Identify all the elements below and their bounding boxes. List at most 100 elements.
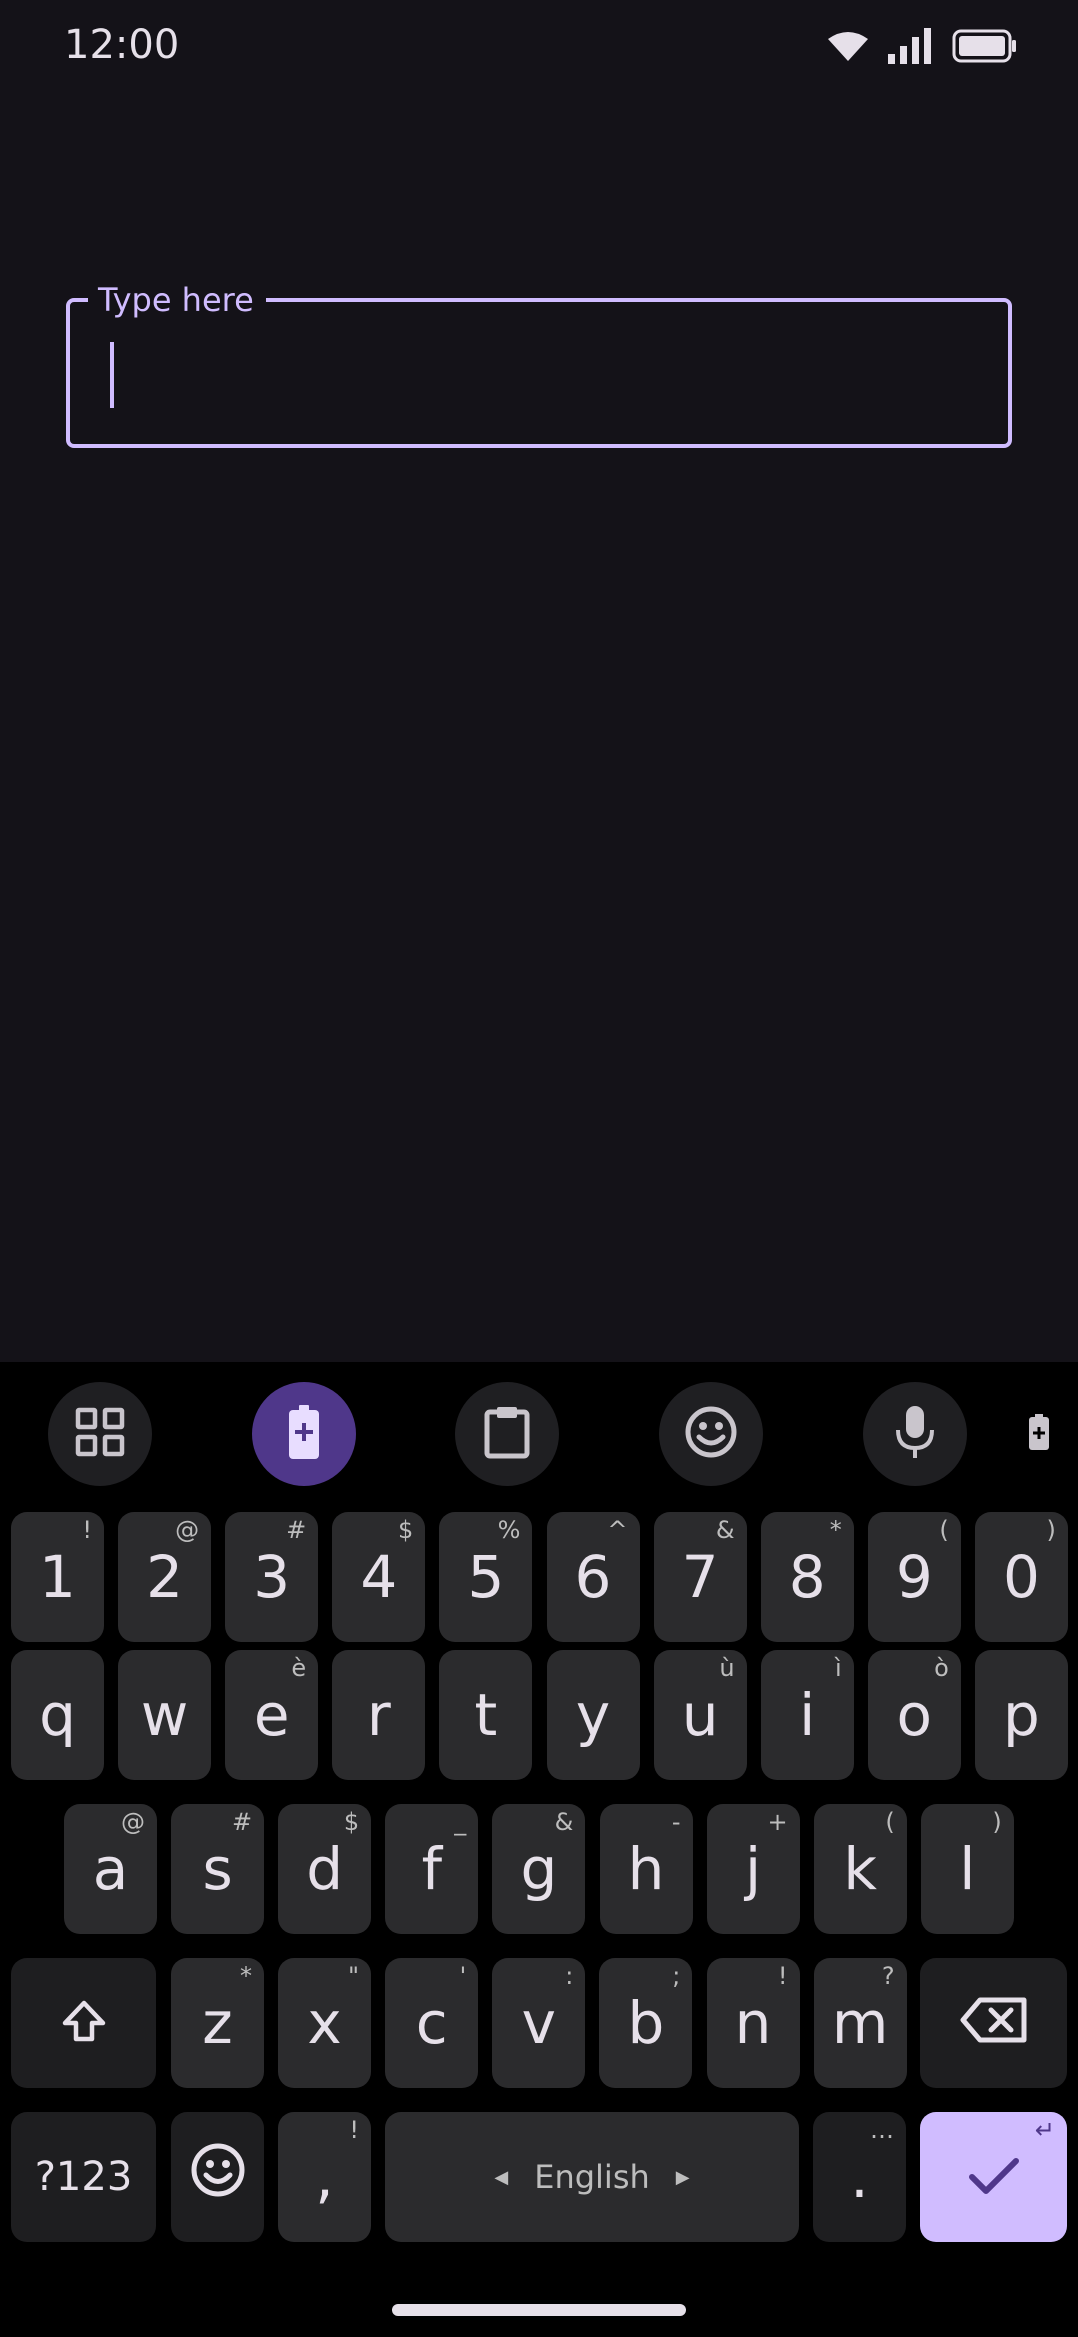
key-5[interactable]: % 5 [439, 1512, 533, 1642]
key-j[interactable]: + j [706, 1804, 800, 1934]
status-bar: 12:00 [0, 0, 1078, 96]
key-f[interactable]: _ f [385, 1804, 479, 1934]
emoji-key[interactable] [171, 2112, 264, 2242]
key-r[interactable]: r [332, 1650, 426, 1780]
language-left-arrow-icon: ◀ [494, 2166, 509, 2188]
key-label: p [1002, 1681, 1040, 1749]
key-s[interactable]: # s [171, 1804, 265, 1934]
key-u[interactable]: ùu [653, 1650, 747, 1780]
key-a[interactable]: @ a [64, 1804, 157, 1934]
symbols-key-label: ?123 [34, 2154, 133, 2200]
comma-key-label: , [315, 2143, 334, 2211]
checkmark-icon [968, 2143, 1020, 2211]
key-d[interactable]: $ d [278, 1804, 372, 1934]
key-label: d [306, 1835, 344, 1903]
key-label: j [745, 1835, 762, 1903]
apps-grid-icon [75, 1407, 125, 1461]
period-key[interactable]: … . [813, 2112, 906, 2242]
shift-key[interactable] [11, 1958, 156, 2088]
emoji-icon [684, 1405, 738, 1463]
battery-saver-button[interactable] [252, 1382, 356, 1486]
wifi-icon [828, 31, 868, 65]
key-v[interactable]: :v [492, 1958, 586, 2088]
key-c[interactable]: ' c [385, 1958, 479, 2088]
key-o[interactable]: òo [867, 1650, 961, 1780]
key-label: k [843, 1835, 877, 1903]
signal-icon [888, 28, 932, 68]
key-0[interactable]: ) 0 [974, 1512, 1068, 1642]
battery-status-button[interactable] [1024, 1414, 1054, 1454]
key-label: z [202, 1989, 233, 2057]
key-label: y [575, 1681, 611, 1749]
key-label: 3 [253, 1543, 291, 1611]
key-label: c [415, 1989, 448, 2057]
key-label: a [92, 1835, 129, 1903]
backspace-key[interactable] [920, 1958, 1067, 2088]
key-label: h [627, 1835, 665, 1903]
space-key-language: English [534, 2158, 650, 2196]
key-7[interactable]: & 7 [653, 1512, 747, 1642]
space-key[interactable]: ◀ English ▶ [385, 2112, 799, 2242]
key-label: m [831, 1989, 889, 2057]
key-label: 0 [1002, 1543, 1040, 1611]
key-i[interactable]: ìi [760, 1650, 854, 1780]
key-n[interactable]: ! n [706, 1958, 800, 2088]
key-b[interactable]: ; b [599, 1958, 693, 2088]
clipboard-button[interactable] [455, 1382, 559, 1486]
key-w[interactable]: w [118, 1650, 212, 1780]
key-label: s [202, 1835, 233, 1903]
key-l[interactable]: ) l [920, 1804, 1014, 1934]
enter-key[interactable]: ↵ [920, 2112, 1067, 2242]
microphone-button[interactable] [863, 1382, 967, 1486]
key-p[interactable]: p [974, 1650, 1068, 1780]
text-field[interactable]: Type here [66, 280, 1012, 448]
status-time: 12:00 [64, 22, 180, 68]
key-label: 9 [895, 1543, 933, 1611]
keyboard: ! 1 @2 #3 $4% 5 ^ 6 & 7 * 8(9) 0 qwèer t yùuìiòop @ a # s… [0, 1362, 1078, 2337]
key-label: v [521, 1989, 556, 2057]
key-6[interactable]: ^ 6 [546, 1512, 640, 1642]
key-h[interactable]: -h [599, 1804, 693, 1934]
microphone-icon [895, 1404, 935, 1464]
key-x[interactable]: " x [278, 1958, 372, 2088]
text-field-label: Type here [88, 280, 266, 320]
key-label: 7 [681, 1543, 719, 1611]
key-3[interactable]: #3 [225, 1512, 319, 1642]
backspace-icon [960, 1989, 1028, 2057]
battery-icon [952, 29, 1018, 67]
emoji-button[interactable] [659, 1382, 763, 1486]
shift-icon [61, 1989, 107, 2057]
emoji-key-icon [190, 2142, 246, 2212]
text-cursor [110, 342, 114, 408]
key-9[interactable]: (9 [867, 1512, 961, 1642]
key-m[interactable]: ? m [813, 1958, 907, 2088]
key-t[interactable]: t [439, 1650, 533, 1780]
key-label: l [959, 1835, 976, 1903]
key-y[interactable]: y [546, 1650, 640, 1780]
key-label: 8 [788, 1543, 826, 1611]
key-8[interactable]: * 8 [760, 1512, 854, 1642]
key-4[interactable]: $4 [332, 1512, 426, 1642]
key-label: u [681, 1681, 719, 1749]
key-label: w [140, 1681, 189, 1749]
battery-small-icon [1029, 1414, 1049, 1454]
apps-grid-button[interactable] [48, 1382, 152, 1486]
key-2[interactable]: @2 [118, 1512, 212, 1642]
key-label: 6 [574, 1543, 612, 1611]
symbols-key[interactable]: ?123 [11, 2112, 156, 2242]
key-label: 4 [360, 1543, 398, 1611]
key-q[interactable]: q [11, 1650, 104, 1780]
home-indicator[interactable] [392, 2304, 686, 2316]
key-k[interactable]: (k [813, 1804, 907, 1934]
key-label: e [253, 1681, 290, 1749]
comma-key[interactable]: ! , [278, 2112, 371, 2242]
battery-saver-icon [289, 1405, 319, 1463]
text-input[interactable] [110, 340, 950, 406]
key-g[interactable]: & g [492, 1804, 586, 1934]
clipboard-icon [484, 1405, 530, 1463]
key-label: i [799, 1681, 816, 1749]
key-label: x [307, 1989, 342, 2057]
key-1[interactable]: ! 1 [11, 1512, 104, 1642]
key-e[interactable]: èe [225, 1650, 319, 1780]
key-z[interactable]: * z [171, 1958, 264, 2088]
